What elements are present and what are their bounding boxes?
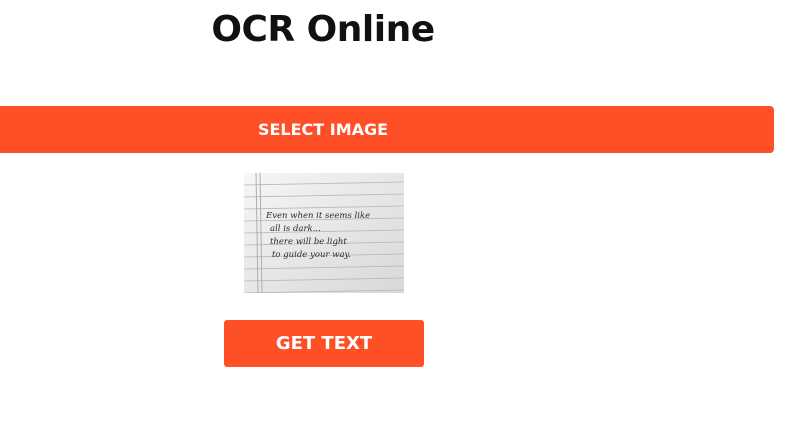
handwriting-line: to guide your way. [272, 250, 351, 260]
select-image-button[interactable]: SELECT IMAGE [0, 106, 774, 153]
ocr-page: OCR Online SELECT IMAGE Even when it see… [0, 0, 807, 424]
handwriting-line: there will be light [270, 237, 347, 247]
handwritten-note-image: Even when it seems like all is dark... t… [244, 173, 404, 293]
image-preview: Even when it seems like all is dark... t… [244, 173, 404, 293]
select-image-label: SELECT IMAGE [257, 120, 389, 139]
handwriting-line: all is dark... [270, 224, 321, 234]
handwriting-line: Even when it seems like [265, 211, 370, 221]
page-title: OCR Online [211, 9, 435, 50]
get-text-button[interactable]: GET TEXT [224, 320, 424, 367]
